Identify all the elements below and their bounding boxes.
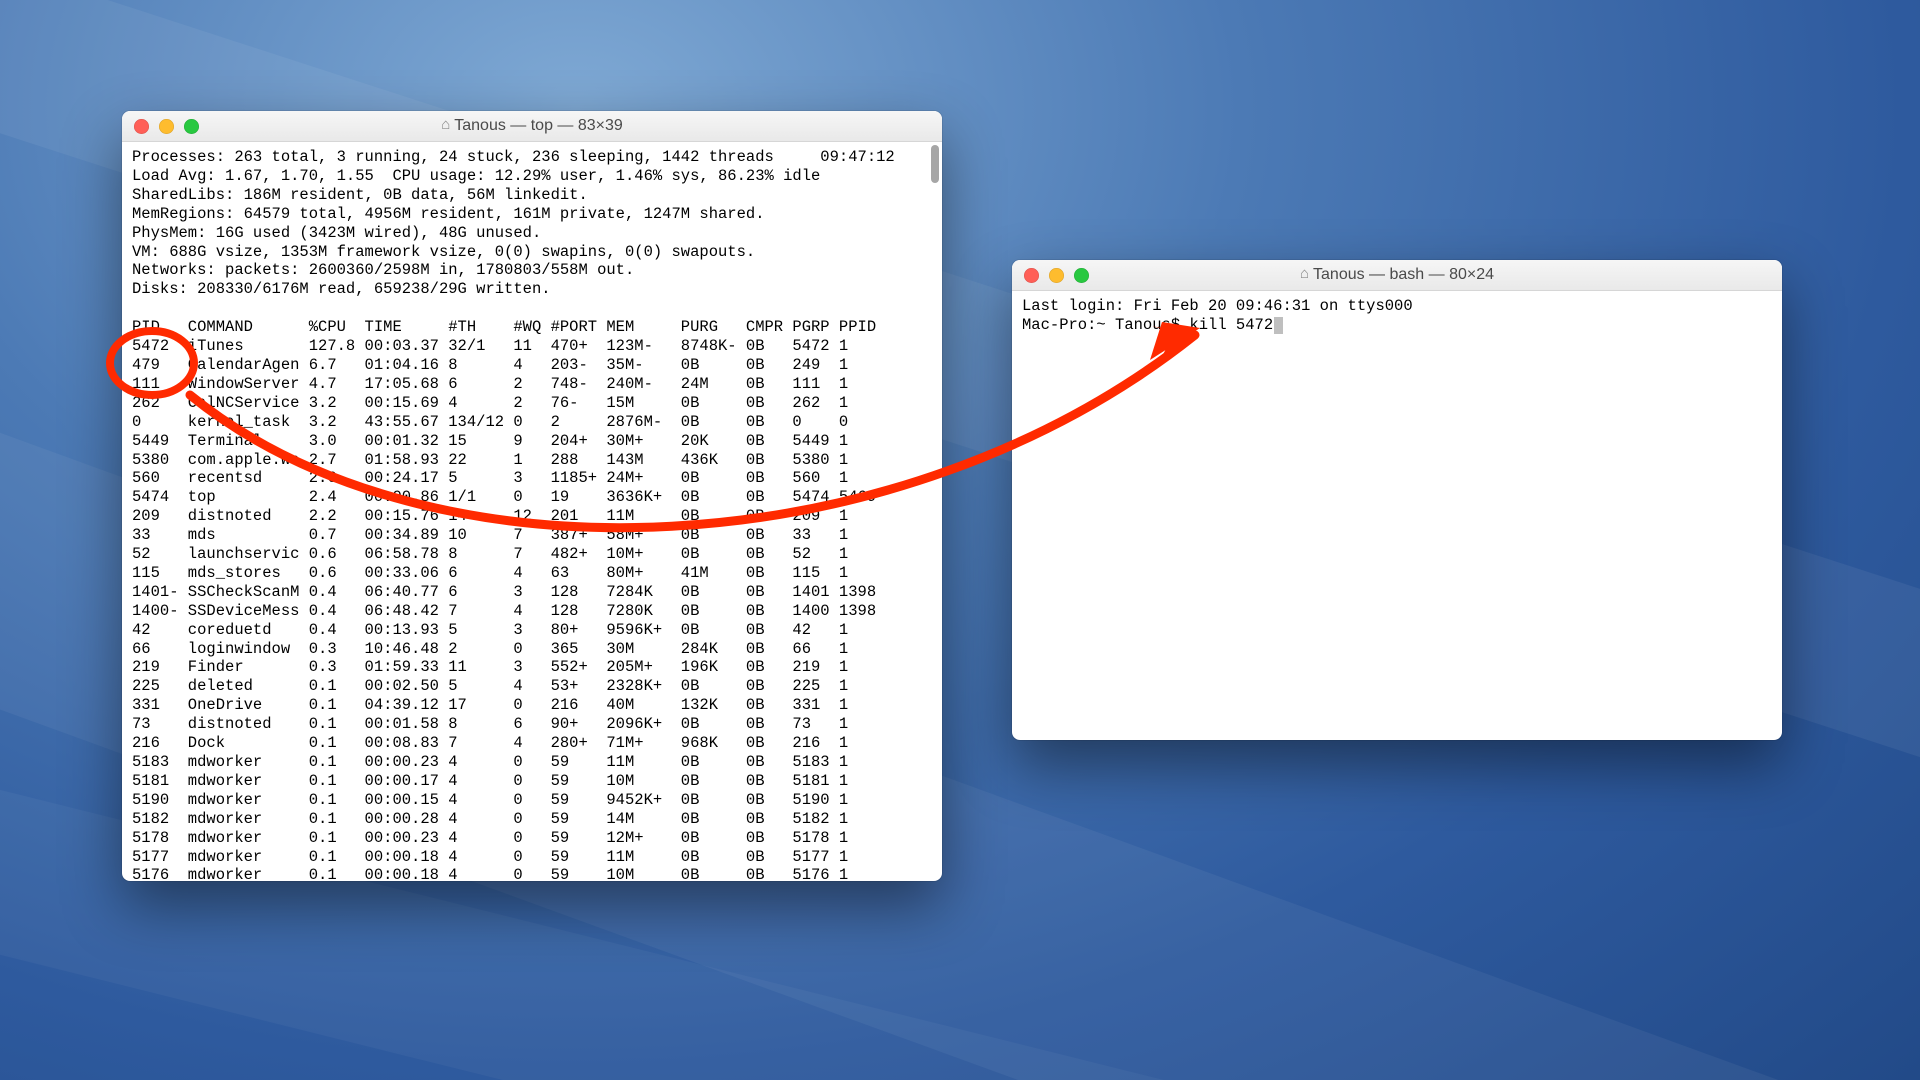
desktop-background: ⌂Tanous — top — 83×39 Processes: 263 tot… xyxy=(0,0,1920,1080)
terminal-bash-window[interactable]: ⌂Tanous — bash — 80×24 Last login: Fri F… xyxy=(1012,260,1782,740)
title-text: Tanous — top — 83×39 xyxy=(454,117,623,134)
cursor xyxy=(1274,317,1283,334)
zoom-icon[interactable] xyxy=(1074,268,1089,283)
scrollbar[interactable] xyxy=(930,145,940,875)
close-icon[interactable] xyxy=(134,119,149,134)
zoom-icon[interactable] xyxy=(184,119,199,134)
home-icon: ⌂ xyxy=(441,116,450,133)
terminal-top-window[interactable]: ⌂Tanous — top — 83×39 Processes: 263 tot… xyxy=(122,111,942,881)
terminal-content[interactable]: Processes: 263 total, 3 running, 24 stuc… xyxy=(122,142,942,881)
minimize-icon[interactable] xyxy=(1049,268,1064,283)
prompt-line: Mac-Pro:~ Tanous$ kill 5472 xyxy=(1022,316,1273,334)
terminal-content[interactable]: Last login: Fri Feb 20 09:46:31 on ttys0… xyxy=(1012,291,1782,345)
titlebar[interactable]: ⌂Tanous — bash — 80×24 xyxy=(1012,260,1782,291)
title-text: Tanous — bash — 80×24 xyxy=(1313,266,1494,283)
home-icon: ⌂ xyxy=(1300,265,1309,282)
scroll-thumb[interactable] xyxy=(931,145,939,183)
last-login-line: Last login: Fri Feb 20 09:46:31 on ttys0… xyxy=(1022,297,1413,315)
traffic-lights xyxy=(1024,268,1089,283)
titlebar[interactable]: ⌂Tanous — top — 83×39 xyxy=(122,111,942,142)
window-title: ⌂Tanous — bash — 80×24 xyxy=(1012,266,1782,284)
traffic-lights xyxy=(134,119,199,134)
close-icon[interactable] xyxy=(1024,268,1039,283)
window-title: ⌂Tanous — top — 83×39 xyxy=(122,117,942,135)
minimize-icon[interactable] xyxy=(159,119,174,134)
